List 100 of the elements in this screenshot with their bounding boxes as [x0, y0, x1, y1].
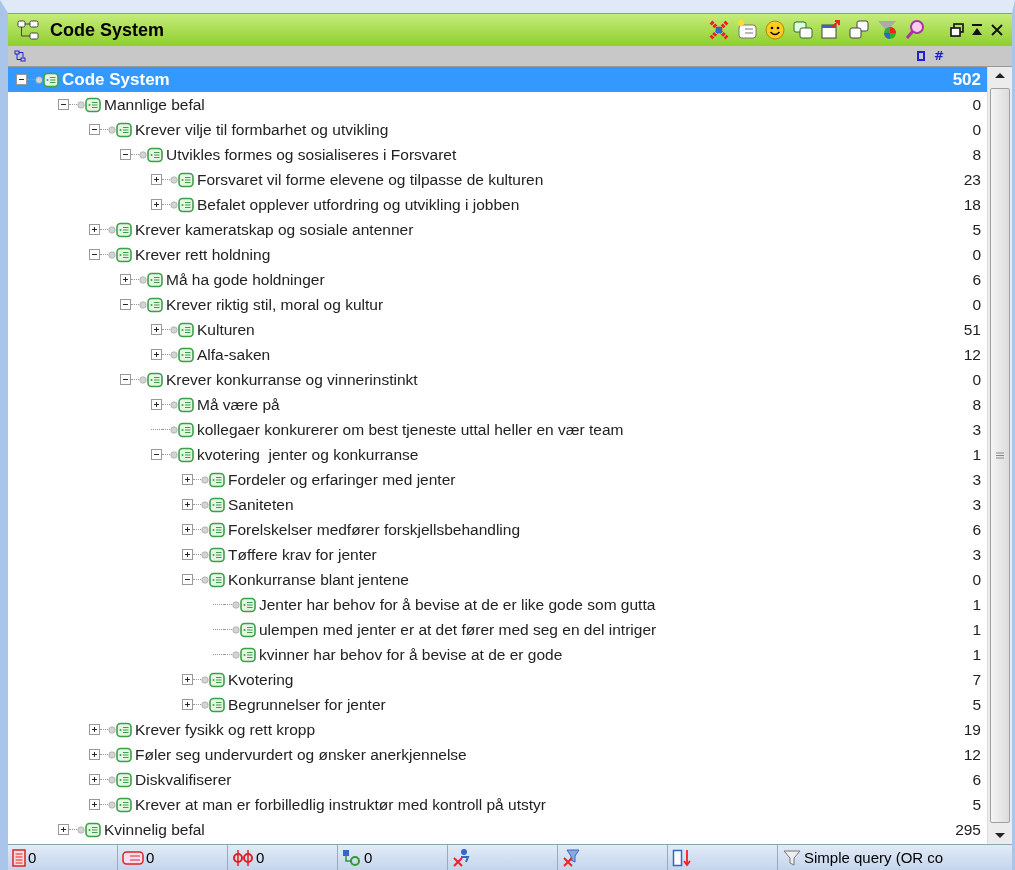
tree-row[interactable]: Krever rett holdning 0	[8, 242, 987, 267]
expand-toggle[interactable]	[89, 799, 100, 810]
expand-toggle[interactable]	[89, 749, 100, 760]
query-label: Simple query (OR co	[804, 849, 944, 866]
tree-row[interactable]: Mannlige befal 0	[8, 92, 987, 117]
tree-row[interactable]: Kvotering 7	[8, 667, 987, 692]
expand-toggle[interactable]	[151, 399, 162, 410]
scrollbar-thumb[interactable]	[990, 88, 1010, 823]
windows-icon[interactable]	[848, 19, 870, 41]
tree-row[interactable]: Konkurranse blant jentene 0	[8, 567, 987, 592]
filter-cross-icon[interactable]	[562, 847, 582, 868]
tree-row[interactable]: Føler seg undervurdert og ønsker anerkjennelse 12	[8, 742, 987, 767]
tree-row[interactable]: Saniteten 3	[8, 492, 987, 517]
code-icon	[108, 221, 132, 238]
new-code-icon[interactable]	[736, 19, 758, 41]
expand-toggle[interactable]	[182, 549, 193, 560]
expand-toggle[interactable]	[182, 699, 193, 710]
code-count: 12	[963, 745, 981, 764]
filter-icon[interactable]	[782, 847, 802, 868]
dock-top-icon[interactable]	[970, 23, 984, 37]
code-icon	[77, 96, 101, 113]
collapse-toggle[interactable]	[120, 149, 131, 160]
tree-row[interactable]: Tøffere krav for jenter 3	[8, 542, 987, 567]
tree-row[interactable]: kvinner har behov for å bevise at de er gode 1	[8, 642, 987, 667]
collapse-toggle[interactable]	[58, 99, 69, 110]
expand-toggle[interactable]	[151, 199, 162, 210]
tree-row[interactable]: Krever riktig stil, moral og kultur 0	[8, 292, 987, 317]
expand-toggle[interactable]	[151, 324, 162, 335]
expand-toggle[interactable]	[89, 224, 100, 235]
code-count: 0	[972, 370, 981, 389]
tree-row[interactable]: Kulturen 51	[8, 317, 987, 342]
collapse-toggle[interactable]	[89, 249, 100, 260]
tree-row[interactable]: Fordeler og erfaringer med jenter 3	[8, 467, 987, 492]
tree-row[interactable]: Jenter har behov for å bevise at de er like gode som gutta 1	[8, 592, 987, 617]
count-column-header[interactable]: #	[933, 49, 944, 63]
expand-toggle[interactable]	[151, 349, 162, 360]
scatter-icon[interactable]	[708, 19, 730, 41]
code-icon	[232, 621, 256, 638]
code-count: 6	[972, 520, 981, 539]
expand-toggle[interactable]	[182, 524, 193, 535]
tree-row[interactable]: Kvinnelig befal 295	[8, 817, 987, 842]
tree-row[interactable]: Utvikles formes og sosialiseres i Forsvaret 8	[8, 142, 987, 167]
code-label: Code System	[62, 69, 171, 90]
restore-icon[interactable]	[950, 23, 964, 37]
link-icon	[232, 848, 254, 867]
tree-row[interactable]: ulempen med jenter er at det fører med seg en del intriger 1	[8, 617, 987, 642]
expand-toggle[interactable]	[182, 499, 193, 510]
expand-toggle[interactable]	[182, 674, 193, 685]
code-label: Fordeler og erfaringer med jenter	[228, 470, 457, 489]
tree-icon[interactable]	[14, 50, 26, 62]
code-count: 3	[972, 545, 981, 564]
collapse-toggle[interactable]	[89, 124, 100, 135]
column-icon[interactable]	[915, 50, 926, 62]
person-cross-icon[interactable]	[452, 847, 472, 868]
expand-toggle[interactable]	[89, 774, 100, 785]
tree-row[interactable]: Forsvaret vil forme elevene og tilpasse de kulturen 23	[8, 167, 987, 192]
code-count: 23	[963, 170, 981, 189]
collapse-toggle[interactable]	[120, 299, 131, 310]
tree-row[interactable]: kollegaer konkurerer om best tjeneste uttal heller en vær team 3	[8, 417, 987, 442]
code-label: Kvotering	[228, 670, 295, 689]
tree-row[interactable]: Krever fysikk og rett kropp 19	[8, 717, 987, 742]
export-icon[interactable]	[820, 19, 842, 41]
tree-row[interactable]: Diskvalifiserer 6	[8, 767, 987, 792]
tree-row[interactable]: Begrunnelser for jenter 5	[8, 692, 987, 717]
collapse-toggle[interactable]	[120, 374, 131, 385]
color-filter-icon[interactable]	[876, 19, 898, 41]
code-icon	[201, 496, 225, 513]
tree-row[interactable]: Alfa-saken 12	[8, 342, 987, 367]
tree-row[interactable]: Krever kameratskap og sosiale antenner 5	[8, 217, 987, 242]
expand-toggle[interactable]	[151, 174, 162, 185]
tree-row[interactable]: Befalet opplever utfordring og utvikling i jobben 18	[8, 192, 987, 217]
expand-toggle[interactable]	[89, 724, 100, 735]
code-count: 5	[972, 695, 981, 714]
variable-icon	[342, 848, 362, 867]
code-system-icon	[16, 19, 40, 41]
tree-row[interactable]: Må ha gode holdninger 6	[8, 267, 987, 292]
tree-row[interactable]: kvotering jenter og konkurranse 1	[8, 442, 987, 467]
code-label: Må ha gode holdninger	[166, 270, 326, 289]
code-label: Tøffere krav for jenter	[228, 545, 378, 564]
copy-code-icon[interactable]	[792, 19, 814, 41]
code-label: Diskvalifiserer	[135, 770, 233, 789]
expand-toggle[interactable]	[120, 274, 131, 285]
smiley-icon[interactable]	[764, 19, 786, 41]
expand-toggle[interactable]	[182, 474, 193, 485]
tree-row[interactable]: Krever at man er forbilledlig instruktør med kontroll på utstyr 5	[8, 792, 987, 817]
close-icon[interactable]	[990, 23, 1004, 37]
tree-row[interactable]: Krever konkurranse og vinnerinstinkt 0	[8, 367, 987, 392]
collapse-toggle[interactable]	[182, 574, 193, 585]
code-label: Krever konkurranse og vinnerinstinkt	[166, 370, 419, 389]
code-icon	[201, 521, 225, 538]
code-label: ulempen med jenter er at det fører med seg en del intriger	[259, 620, 658, 639]
tree-row[interactable]: Krever vilje til formbarhet og utvikling 0	[8, 117, 987, 142]
search-icon[interactable]	[904, 19, 926, 41]
status-count: 0	[28, 849, 37, 866]
collapse-toggle[interactable]	[16, 74, 27, 85]
tree-row[interactable]: Må være på 8	[8, 392, 987, 417]
expand-toggle[interactable]	[58, 824, 69, 835]
collapse-toggle[interactable]	[151, 449, 162, 460]
tree-row[interactable]: Forelskelser medfører forskjellsbehandling 6	[8, 517, 987, 542]
sort-icon[interactable]	[672, 847, 692, 868]
